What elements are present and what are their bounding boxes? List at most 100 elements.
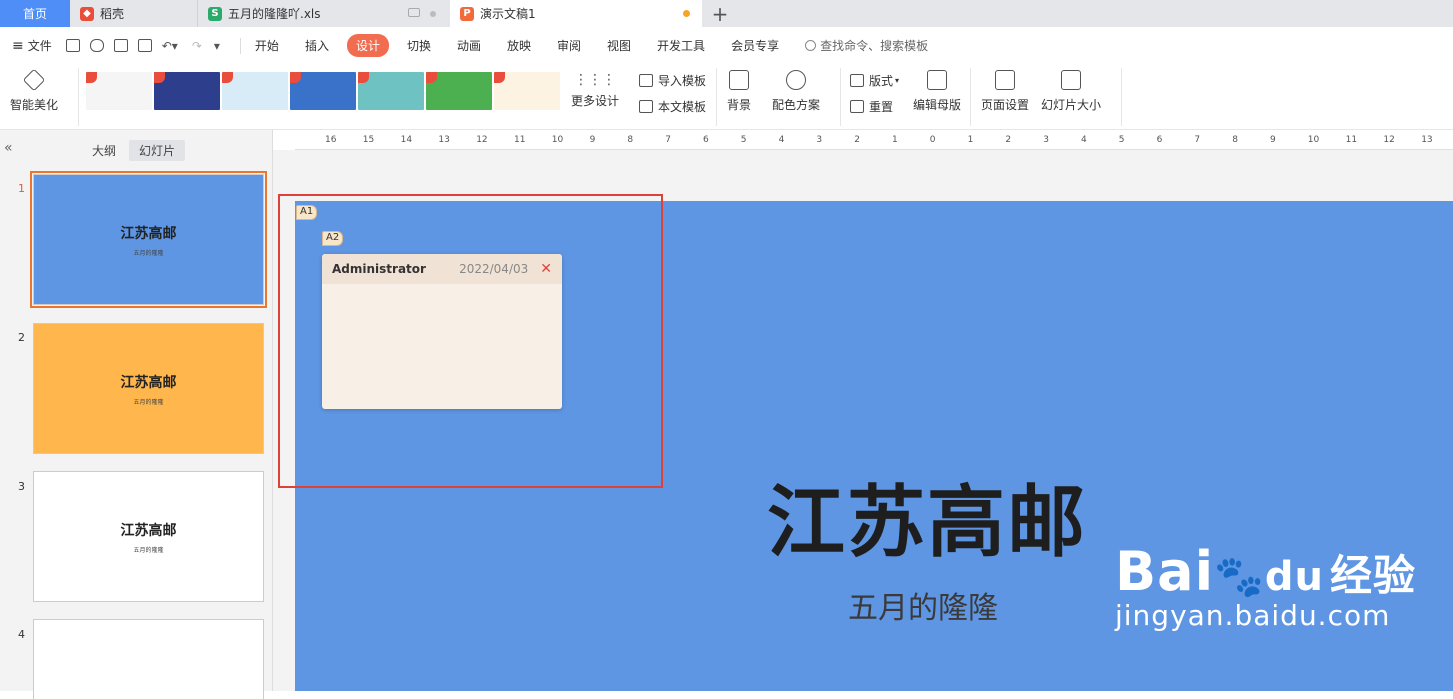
slide-number: 2 <box>18 331 25 344</box>
comment-icon[interactable] <box>408 8 420 17</box>
ruler-tick: 5 <box>740 135 747 145</box>
divider <box>716 68 717 126</box>
template-gallery <box>86 72 562 112</box>
edit-master-button[interactable]: 编辑母版 <box>913 70 961 113</box>
tab-animation[interactable]: 动画 <box>457 37 481 54</box>
tab-transition[interactable]: 切换 <box>407 37 431 54</box>
template-thumb[interactable] <box>154 72 220 110</box>
slide-thumbnail[interactable]: 江苏高邮 五月的隆隆 <box>33 323 264 454</box>
this-template-button[interactable]: 本文模板 <box>639 98 706 115</box>
layout-button[interactable]: 版式 ▾ <box>850 72 899 89</box>
tab-bar: 首页 ◆ 稻壳 S 五月的隆隆吖.xls P 演示文稿1 + <box>0 0 1453 27</box>
tab-slideshow[interactable]: 放映 <box>507 37 531 54</box>
horizontal-ruler: 16 15 14 13 12 11 10 9 8 7 6 5 4 3 2 1 0 1 2 3 4 5 6 7 8 9 10 11 12 1… <box>295 130 1453 150</box>
close-tab-icon[interactable] <box>430 11 436 17</box>
ruler-tick: 11 <box>1345 135 1358 145</box>
tab-outline[interactable]: 大纲 <box>92 142 116 159</box>
slide-thumbnail[interactable]: 江苏高邮 五月的隆隆 <box>33 471 264 602</box>
ruler-tick: 12 <box>1383 135 1395 145</box>
slide-thumbnail[interactable]: 江苏高邮 五月的隆隆 <box>30 171 267 308</box>
flame-icon <box>358 72 369 83</box>
color-scheme-button[interactable]: 配色方案 <box>772 70 820 113</box>
slide-size-button[interactable]: 幻灯片大小 <box>1041 70 1101 113</box>
background-button[interactable]: 背景 <box>727 70 751 113</box>
ruler-tick: 3 <box>816 135 823 145</box>
ruler-tick: 7 <box>1194 135 1201 145</box>
file-menu[interactable]: ≡ 文件 <box>12 37 52 54</box>
customize-chevron-down-icon[interactable]: ▾ <box>214 39 220 53</box>
ruler-tick: 16 <box>325 135 337 145</box>
flame-icon <box>494 72 505 83</box>
grid-icon: ⋮⋮⋮ <box>574 72 616 88</box>
slide-title: 江苏高邮 <box>120 374 177 391</box>
slide-subtitle: 五月的隆隆 <box>133 398 164 406</box>
ruler-tick: 9 <box>589 135 596 145</box>
tab-member[interactable]: 会员专享 <box>731 37 779 54</box>
paw-icon: 🐾 <box>1214 554 1265 600</box>
ruler-tick: 12 <box>476 135 488 145</box>
command-search[interactable]: 查找命令、搜索模板 <box>805 37 928 54</box>
tab-slides[interactable]: 幻灯片 <box>129 140 186 161</box>
ruler-tick: 3 <box>1043 135 1049 145</box>
print-preview-icon[interactable] <box>137 39 152 52</box>
slide-title: 江苏高邮 <box>120 522 177 539</box>
unsaved-dot-icon[interactable] <box>683 10 690 17</box>
tab-view[interactable]: 视图 <box>607 37 631 54</box>
collapse-panel-icon[interactable]: « <box>4 140 13 156</box>
tab-start[interactable]: 开始 <box>255 37 279 54</box>
ruler-tick: 11 <box>514 135 526 145</box>
tab-spreadsheet[interactable]: S 五月的隆隆吖.xls <box>198 0 450 27</box>
template-icon <box>639 100 653 113</box>
slide-number: 4 <box>18 628 25 641</box>
watermark-logo: Bai🐾du 经验 <box>1115 540 1417 603</box>
page-setup-button[interactable]: 页面设置 <box>981 70 1029 113</box>
save-icon[interactable] <box>65 39 80 52</box>
spreadsheet-icon: S <box>208 6 222 21</box>
tab-design[interactable]: 设计 <box>346 34 389 57</box>
import-icon <box>639 74 653 87</box>
ruler-tick: 1 <box>892 135 898 145</box>
divider <box>970 68 971 126</box>
template-thumb[interactable] <box>358 72 424 110</box>
format-painter-icon[interactable] <box>89 39 104 52</box>
import-template-button[interactable]: 导入模板 <box>639 72 706 89</box>
baidu-watermark: Bai🐾du 经验 jingyan.baidu.com <box>1115 540 1416 632</box>
slide-subtitle: 五月的隆隆 <box>133 546 164 554</box>
divider <box>840 68 841 126</box>
master-icon <box>927 70 947 90</box>
slide-subtitle: 五月的隆隆 <box>133 249 164 257</box>
main-slide-title[interactable]: 江苏高邮 <box>767 460 1087 572</box>
undo-icon[interactable]: ↶▾ <box>162 39 178 53</box>
reset-button[interactable]: 重置 <box>850 98 893 115</box>
slide-thumbnail[interactable] <box>33 619 264 699</box>
ruler-tick: 1 <box>967 135 974 145</box>
more-design-button[interactable]: ⋮⋮⋮ 更多设计 <box>571 72 619 109</box>
ruler-tick: 5 <box>1118 135 1125 145</box>
layout-icon <box>850 74 864 87</box>
ruler-tick: 7 <box>665 135 671 145</box>
ruler-tick: 6 <box>1156 135 1163 145</box>
tab-home[interactable]: 首页 <box>0 0 70 27</box>
print-icon[interactable] <box>113 39 128 52</box>
template-thumb[interactable] <box>290 72 356 110</box>
tab-insert[interactable]: 插入 <box>305 37 329 54</box>
tab-docer[interactable]: ◆ 稻壳 <box>70 0 198 27</box>
smart-beautify-button[interactable]: 智能美化 <box>10 68 58 113</box>
flame-icon <box>426 72 437 83</box>
template-thumb[interactable] <box>494 72 560 110</box>
tab-developer[interactable]: 开发工具 <box>657 37 705 54</box>
tab-review[interactable]: 审阅 <box>557 37 581 54</box>
ruler-tick: 14 <box>400 135 413 145</box>
template-thumb[interactable] <box>426 72 492 110</box>
tab-presentation[interactable]: P 演示文稿1 <box>450 0 702 27</box>
ruler-tick: 0 <box>929 135 936 145</box>
ruler-tick: 2 <box>854 135 860 145</box>
template-thumb[interactable] <box>86 72 152 110</box>
quick-access-toolbar: ↶▾ ↷ ▾ <box>65 39 220 53</box>
flame-icon <box>86 72 97 83</box>
redo-icon[interactable]: ↷ <box>192 39 202 53</box>
chevron-down-icon: ▾ <box>895 76 900 85</box>
main-slide-subtitle[interactable]: 五月的隆隆 <box>848 583 998 627</box>
new-tab-button[interactable]: + <box>702 0 738 27</box>
template-thumb[interactable] <box>222 72 288 110</box>
